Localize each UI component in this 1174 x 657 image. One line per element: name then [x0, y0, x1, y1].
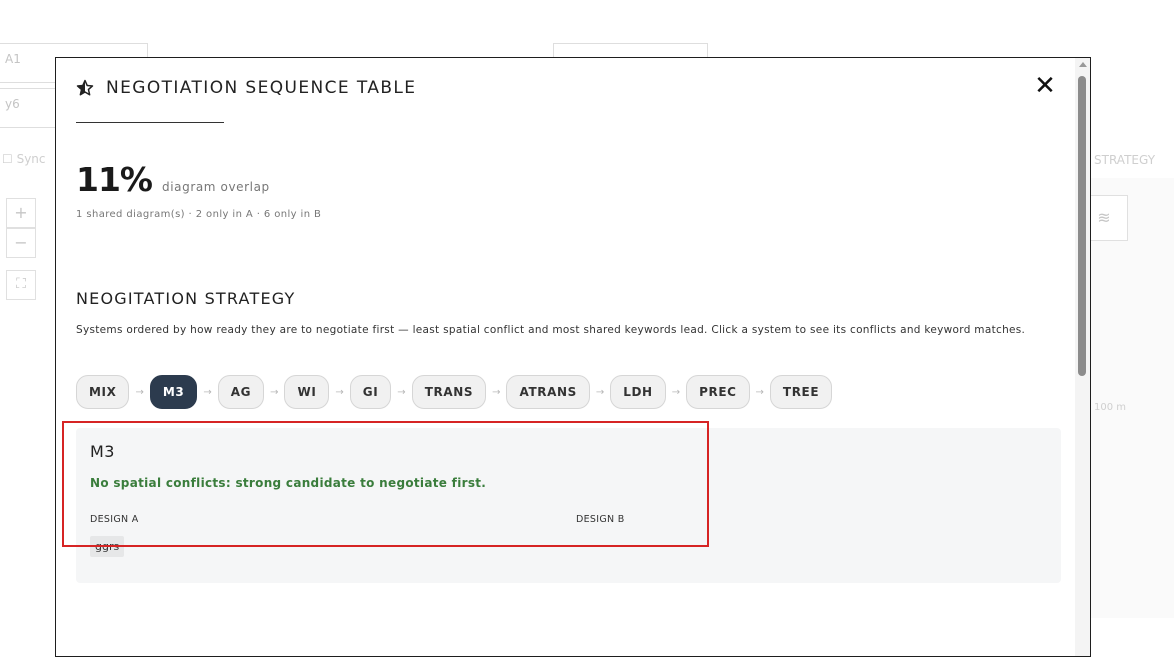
negotiation-sequence-modal: NEGOTIATION SEQUENCE TABLE ✕ 11% diagram… — [55, 57, 1091, 657]
system-chip-m3[interactable]: M3 — [149, 375, 198, 409]
conflict-status: No spatial conflicts: strong candidate t… — [90, 476, 487, 490]
system-detail-panel: M3 No spatial conflicts: strong candidat… — [76, 428, 1061, 583]
fullscreen-button[interactable]: ⛶ — [6, 270, 36, 300]
overlap-percent: 11% — [76, 160, 153, 199]
overlap-summary: 11% diagram overlap — [76, 160, 270, 199]
system-chip-trans[interactable]: TRANS — [411, 375, 487, 409]
sequence-arrow-icon: → — [203, 386, 212, 398]
design-b-label: DESIGN B — [576, 514, 625, 525]
sequence-arrow-icon: → — [595, 386, 605, 398]
overlap-detail: 1 shared diagram(s) · 2 only in A · 6 on… — [76, 209, 322, 220]
strategy-heading: NEOGITATION STRATEGY — [76, 289, 296, 308]
sequence-arrow-icon: → — [755, 386, 764, 398]
modal-scrollbar[interactable] — [1075, 58, 1090, 656]
background-strategy-label: STRATEGY — [1094, 153, 1156, 167]
modal-header: NEGOTIATION SEQUENCE TABLE — [76, 78, 416, 98]
design-a-keyword-tag: ggrs — [90, 536, 125, 557]
system-chip-wi[interactable]: WI — [284, 375, 330, 409]
design-b-empty-indicator — [576, 545, 588, 547]
system-chip-gi[interactable]: GI — [349, 375, 392, 409]
star-icon — [76, 79, 94, 96]
detail-title: M3 — [90, 442, 115, 461]
sequence-arrow-icon: → — [335, 386, 344, 398]
zoom-out-button[interactable]: − — [6, 228, 36, 258]
close-icon[interactable]: ✕ — [1031, 72, 1059, 100]
system-sequence: MIX → M3 → AG → WI → GI → TRANS → ATRANS → LDH → PREC → TR… — [76, 375, 833, 409]
system-chip-atrans[interactable]: ATRANS — [506, 375, 590, 409]
sequence-arrow-icon: → — [397, 386, 406, 398]
background-field-b[interactable]: y6 — [0, 88, 58, 128]
system-chip-ag[interactable]: AG — [217, 375, 265, 409]
sequence-arrow-icon: → — [671, 386, 681, 398]
system-chip-prec[interactable]: PREC — [686, 375, 750, 409]
scroll-up-icon[interactable] — [1079, 62, 1087, 67]
system-chip-mix[interactable]: MIX — [76, 375, 130, 409]
zoom-in-button[interactable]: + — [6, 198, 36, 228]
system-chip-tree[interactable]: TREE — [769, 375, 833, 409]
scrollbar-thumb[interactable] — [1078, 76, 1086, 376]
title-underline — [76, 122, 224, 123]
sequence-arrow-icon: → — [270, 386, 279, 398]
system-chip-ldh[interactable]: LDH — [610, 375, 666, 409]
design-a-label: DESIGN A — [90, 514, 139, 525]
background-scale-label: 100 m — [1094, 402, 1127, 413]
modal-title: NEGOTIATION SEQUENCE TABLE — [106, 78, 417, 98]
sequence-arrow-icon: → — [492, 386, 501, 398]
sequence-arrow-icon: → — [135, 386, 144, 398]
strategy-description: Systems ordered by how ready they are to… — [76, 324, 1026, 336]
background-sync-label[interactable]: ☐ Sync — [2, 152, 46, 166]
overlap-label: diagram overlap — [162, 180, 270, 194]
